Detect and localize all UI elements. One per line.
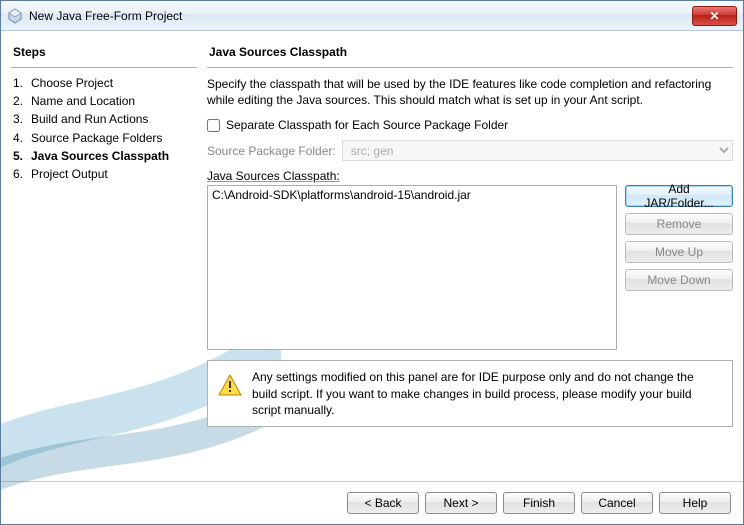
add-jar-button[interactable]: Add JAR/Folder...	[625, 185, 733, 207]
panel-heading: Java Sources Classpath	[207, 41, 733, 65]
cancel-button[interactable]: Cancel	[581, 492, 653, 514]
classpath-label: Java Sources Classpath:	[207, 169, 733, 183]
step-item: 4.Source Package Folders	[11, 129, 197, 147]
source-folder-select: src; gen	[342, 140, 733, 161]
window-title: New Java Free-Form Project	[29, 9, 692, 23]
move-down-button: Move Down	[625, 269, 733, 291]
classpath-buttons: Add JAR/Folder... Remove Move Up Move Do…	[625, 185, 733, 350]
next-button[interactable]: Next >	[425, 492, 497, 514]
panel-description: Specify the classpath that will be used …	[207, 76, 733, 108]
app-icon	[7, 8, 23, 24]
source-folder-label: Source Package Folder:	[207, 144, 336, 158]
dialog-footer: < Back Next > Finish Cancel Help	[1, 481, 743, 524]
divider	[207, 67, 733, 68]
divider	[11, 67, 197, 68]
steps-list: 1.Choose Project 2.Name and Location 3.B…	[11, 74, 197, 183]
remove-button: Remove	[625, 213, 733, 235]
classpath-listbox[interactable]: C:\Android-SDK\platforms\android-15\andr…	[207, 185, 617, 350]
step-item-current: 5.Java Sources Classpath	[11, 147, 197, 165]
back-button[interactable]: < Back	[347, 492, 419, 514]
help-button[interactable]: Help	[659, 492, 731, 514]
step-item: 1.Choose Project	[11, 74, 197, 92]
steps-sidebar: Steps 1.Choose Project 2.Name and Locati…	[11, 41, 197, 481]
list-item[interactable]: C:\Android-SDK\platforms\android-15\andr…	[212, 188, 612, 202]
steps-heading: Steps	[11, 41, 197, 65]
separate-classpath-label: Separate Classpath for Each Source Packa…	[226, 118, 508, 132]
step-item: 6.Project Output	[11, 165, 197, 183]
classpath-row: C:\Android-SDK\platforms\android-15\andr…	[207, 185, 733, 350]
main-panel: Java Sources Classpath Specify the class…	[207, 41, 733, 481]
warning-icon	[218, 373, 242, 397]
step-item: 3.Build and Run Actions	[11, 110, 197, 128]
separate-classpath-checkbox[interactable]	[207, 119, 220, 132]
dialog-body: Steps 1.Choose Project 2.Name and Locati…	[1, 31, 743, 481]
warning-panel: Any settings modified on this panel are …	[207, 360, 733, 427]
warning-text: Any settings modified on this panel are …	[252, 369, 722, 418]
step-item: 2.Name and Location	[11, 92, 197, 110]
titlebar: New Java Free-Form Project ✕	[1, 1, 743, 31]
separate-classpath-row: Separate Classpath for Each Source Packa…	[207, 118, 733, 132]
move-up-button: Move Up	[625, 241, 733, 263]
source-folder-row: Source Package Folder: src; gen	[207, 140, 733, 161]
close-icon: ✕	[709, 9, 719, 23]
close-button[interactable]: ✕	[692, 6, 737, 26]
dialog-window: New Java Free-Form Project ✕ Steps 1.Cho…	[0, 0, 744, 525]
finish-button[interactable]: Finish	[503, 492, 575, 514]
